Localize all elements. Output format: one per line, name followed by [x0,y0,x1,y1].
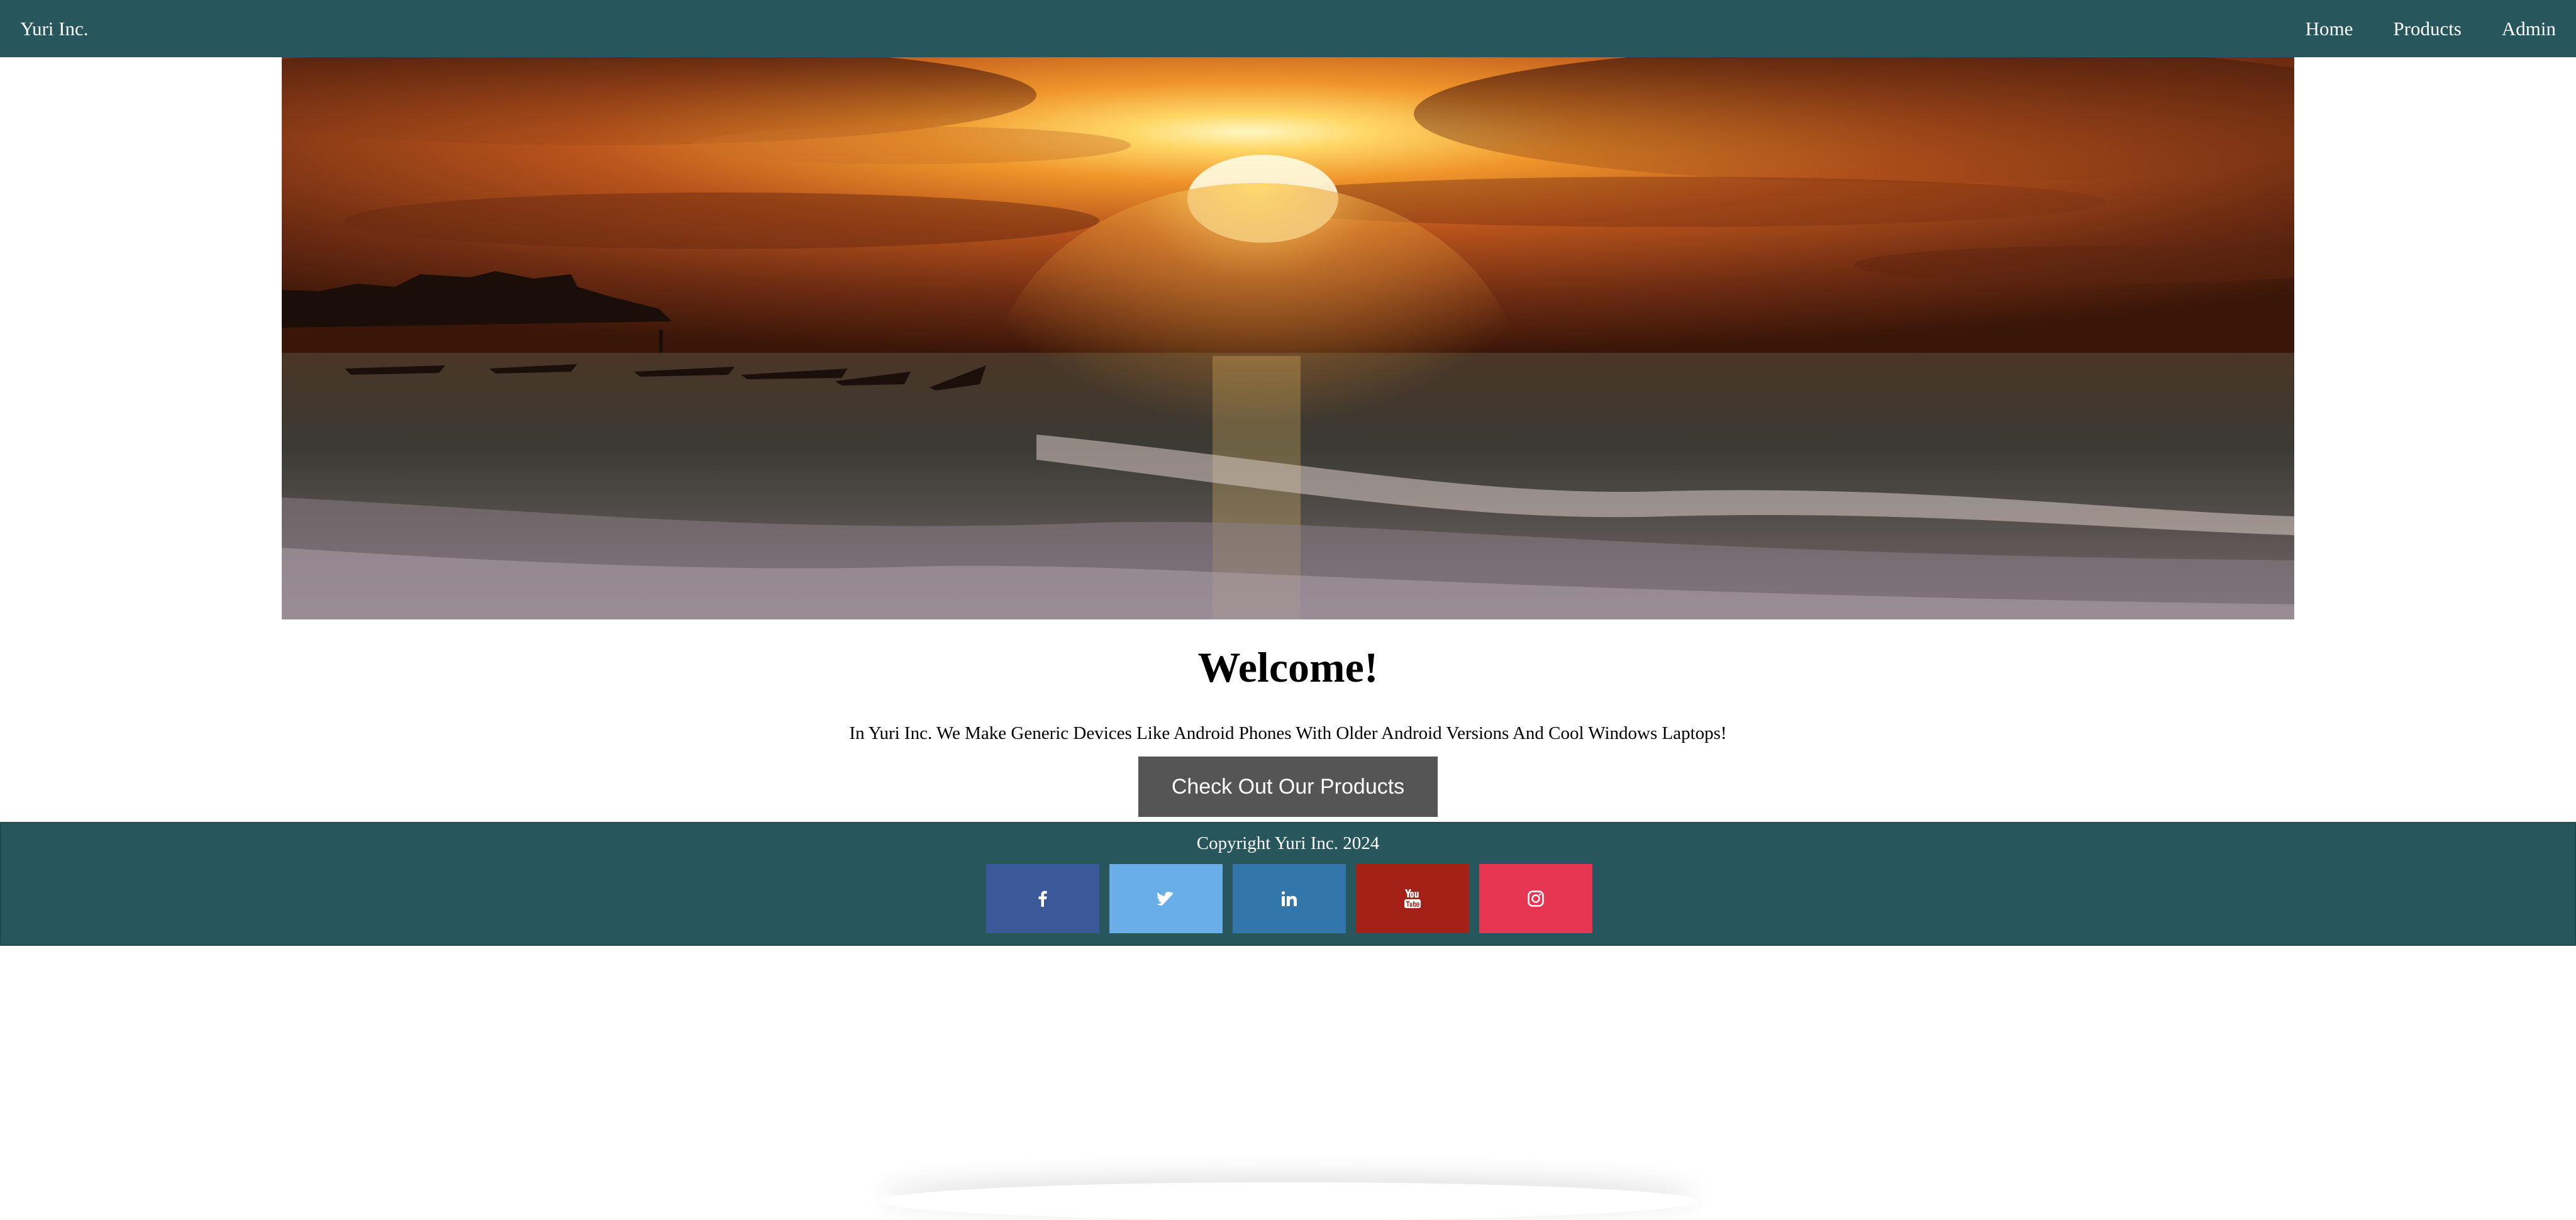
facebook-icon [1038,890,1047,907]
footer: Copyright Yuri Inc. 2024 [0,822,2576,946]
tagline-text: In Yuri Inc. We Make Generic Devices Lik… [849,723,1727,743]
instagram-icon [1528,890,1544,907]
facebook-link[interactable] [986,864,1099,933]
bottom-shadow [880,1182,1698,1220]
twitter-link[interactable] [1109,864,1223,933]
nav-links: Home Products Admin [2285,0,2556,57]
linkedin-icon [1282,891,1297,906]
linkedin-link[interactable] [1233,864,1346,933]
sunset-beach-image [282,57,2294,619]
copyright-text: Copyright Yuri Inc. 2024 [1196,833,1380,853]
nav-link-admin[interactable]: Admin [2482,0,2556,57]
brand-link[interactable]: Yuri Inc. [20,18,88,40]
check-out-products-button[interactable]: Check Out Our Products [1138,757,1438,817]
social-links [986,864,1592,933]
nav-link-products[interactable]: Products [2373,0,2482,57]
top-navbar: Yuri Inc. Home Products Admin [0,0,2576,57]
nav-link-home[interactable]: Home [2285,0,2373,57]
twitter-icon [1157,892,1174,906]
youtube-link[interactable] [1356,864,1469,933]
instagram-link[interactable] [1479,864,1592,933]
youtube-icon [1404,889,1421,908]
hero-image [282,57,2294,619]
page-title: Welcome! [1197,643,1379,691]
